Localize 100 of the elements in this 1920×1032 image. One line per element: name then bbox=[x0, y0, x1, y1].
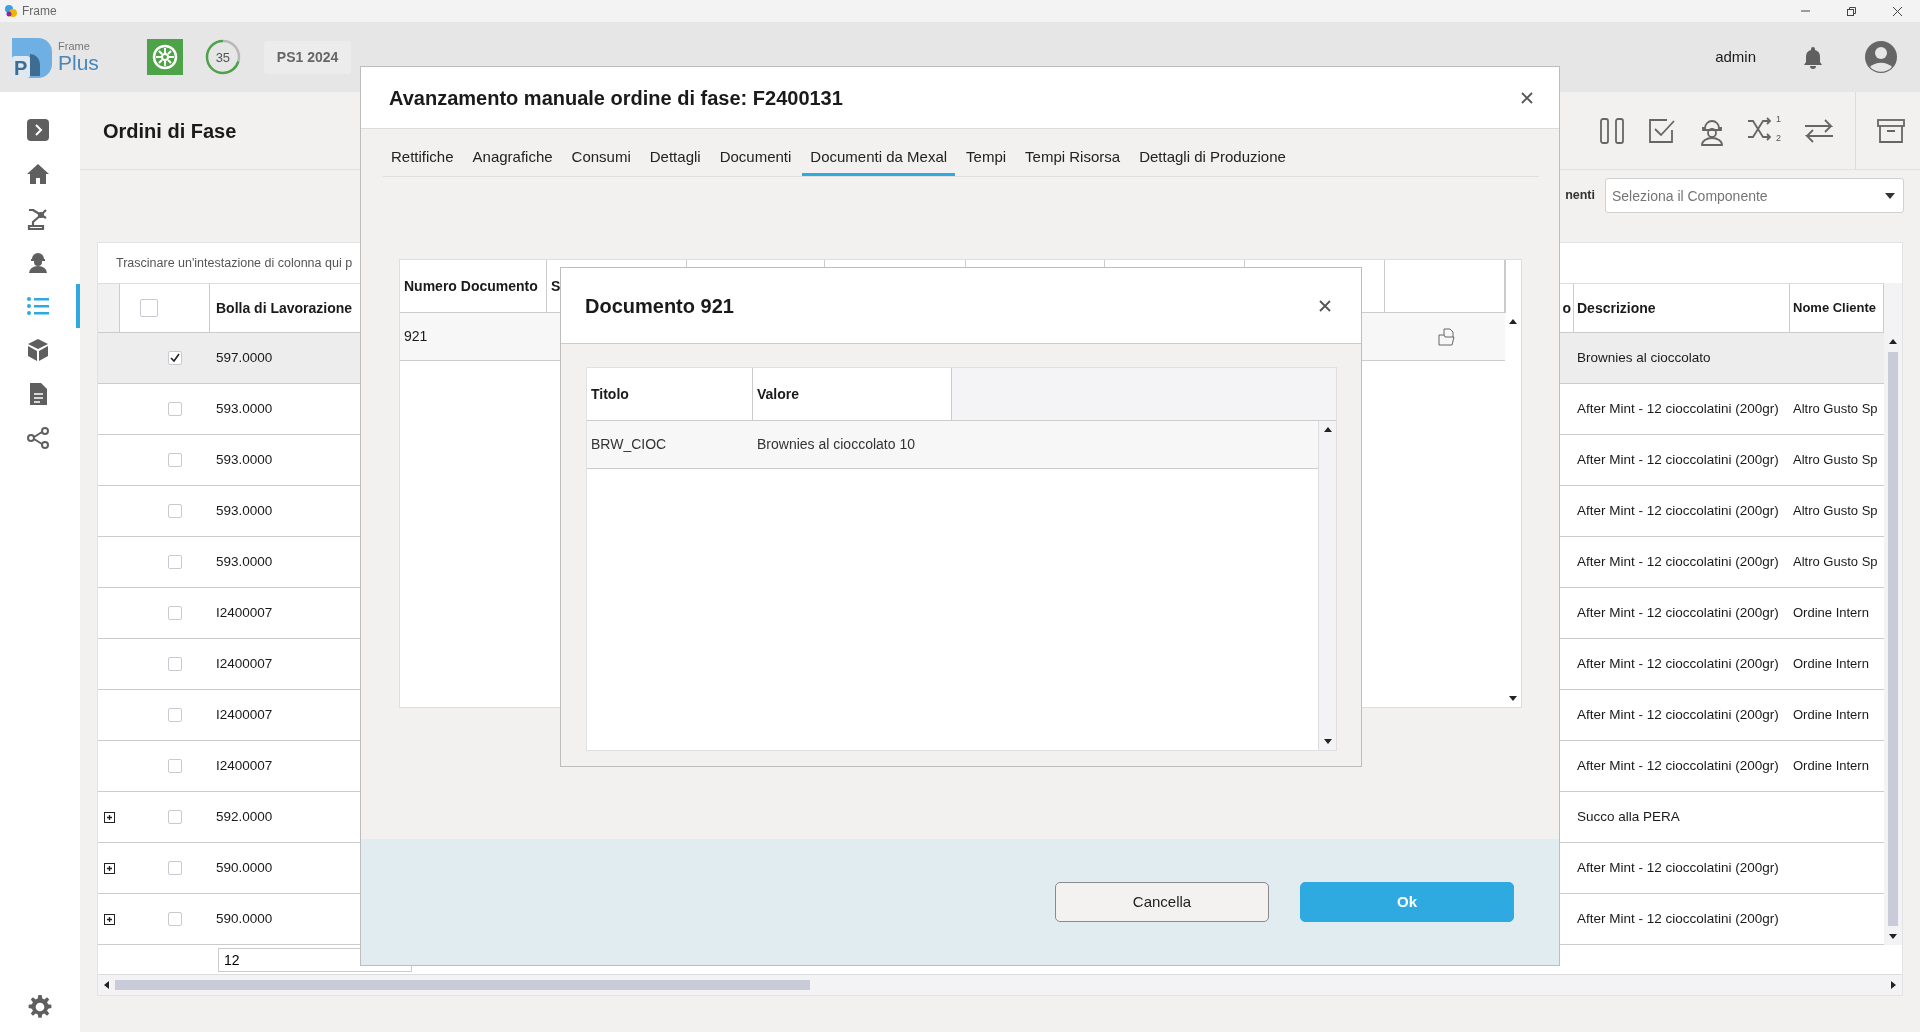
tab[interactable]: Tempi bbox=[958, 141, 1015, 176]
tab[interactable]: Rettifiche bbox=[383, 141, 462, 176]
checkbox[interactable] bbox=[168, 402, 182, 416]
cancel-button[interactable]: Cancella bbox=[1055, 882, 1269, 922]
tab[interactable]: Documenti da Mexal bbox=[802, 141, 956, 176]
worker-icon bbox=[26, 250, 50, 274]
brand-name: Plus bbox=[58, 52, 99, 73]
tab[interactable]: Documenti bbox=[711, 141, 800, 176]
checkbox[interactable] bbox=[168, 861, 182, 875]
window-title: Frame bbox=[22, 3, 57, 20]
column-header[interactable]: Bolla di Lavorazione bbox=[216, 297, 353, 319]
robot-arm-icon bbox=[26, 206, 50, 230]
checkbox[interactable] bbox=[168, 504, 182, 518]
close-icon[interactable] bbox=[1319, 299, 1331, 312]
table-cell-text: After Mint - 12 cioccolatini (200gr) bbox=[1577, 399, 1779, 418]
restore-icon[interactable] bbox=[1845, 5, 1857, 17]
close-icon[interactable] bbox=[1521, 91, 1533, 104]
tab[interactable]: Tempi Risorsa bbox=[1017, 141, 1129, 176]
vertical-scrollbar[interactable] bbox=[1884, 333, 1902, 945]
scroll-down-icon[interactable] bbox=[1509, 696, 1517, 701]
tab[interactable]: Dettagli di Produzione bbox=[1131, 141, 1294, 176]
table-cell-text: Succo alla PERA bbox=[1577, 807, 1680, 826]
list-icon bbox=[26, 294, 50, 318]
checkbox[interactable] bbox=[168, 810, 182, 824]
table-cell-text: After Mint - 12 cioccolatini (200gr) bbox=[1577, 501, 1779, 520]
dialog-title: Avanzamento manuale ordine di fase: F2400131 bbox=[389, 85, 843, 111]
scroll-down-icon[interactable] bbox=[1889, 934, 1897, 939]
table-cell-text: 921 bbox=[404, 327, 428, 346]
expand-icon[interactable] bbox=[104, 811, 115, 823]
bell-icon[interactable] bbox=[1802, 45, 1824, 69]
checkbox[interactable] bbox=[168, 351, 182, 365]
table-cell-text: Brownies al cioccolato bbox=[1577, 348, 1711, 367]
table-cell-text: 593.0000 bbox=[216, 501, 273, 520]
table-cell-text: BRW_CIOC bbox=[591, 435, 667, 454]
scroll-up-icon[interactable] bbox=[1323, 427, 1332, 432]
shuffle-icon[interactable] bbox=[1747, 115, 1773, 142]
wheel-icon[interactable] bbox=[146, 39, 183, 75]
tab[interactable]: Dettagli bbox=[641, 141, 709, 176]
counter-value: 35 bbox=[215, 50, 231, 64]
table-cell-text: After Mint - 12 cioccolatini (200gr) bbox=[1577, 909, 1779, 928]
scroll-down-icon[interactable] bbox=[1323, 739, 1332, 744]
checkbox[interactable] bbox=[168, 606, 182, 620]
share-icon bbox=[26, 426, 50, 450]
group-hint: Trascinare un'intestazione di colonna qui p bbox=[115, 254, 354, 272]
pause-icon[interactable] bbox=[1597, 115, 1627, 146]
tab[interactable]: Anagrafiche bbox=[464, 141, 561, 176]
avatar-icon[interactable] bbox=[1864, 40, 1898, 74]
horizontal-scrollbar[interactable] bbox=[98, 975, 1902, 995]
column-header[interactable]: o bbox=[1562, 297, 1571, 319]
folder-document-icon[interactable] bbox=[1438, 327, 1456, 346]
vertical-scrollbar[interactable] bbox=[1318, 421, 1336, 750]
checkbox[interactable] bbox=[168, 555, 182, 569]
table-cell-text: Brownies al cioccolato 10 bbox=[757, 435, 915, 454]
table-cell-text: 597.0000 bbox=[216, 348, 273, 367]
column-header[interactable]: Titolo bbox=[591, 383, 629, 405]
table-cell-text: 593.0000 bbox=[216, 552, 273, 571]
table-cell-text: Ordine Intern bbox=[1793, 757, 1869, 776]
expand-icon[interactable] bbox=[104, 913, 115, 925]
close-icon[interactable] bbox=[1891, 5, 1903, 17]
table-cell-text: After Mint - 12 cioccolatini (200gr) bbox=[1577, 552, 1779, 571]
page-title: Ordini di Fase bbox=[102, 118, 237, 144]
app-icon bbox=[4, 4, 18, 18]
component-select[interactable]: Seleziona il Componente bbox=[1605, 178, 1904, 213]
cube-icon bbox=[26, 338, 50, 362]
tab[interactable]: Consumi bbox=[563, 141, 639, 176]
table-cell-text: Ordine Intern bbox=[1793, 706, 1869, 725]
checkbox[interactable] bbox=[140, 299, 158, 317]
scroll-left-icon[interactable] bbox=[104, 981, 109, 989]
column-header[interactable]: S bbox=[551, 275, 561, 297]
table-cell-text: Ordine Intern bbox=[1793, 655, 1869, 674]
column-header[interactable]: Descrizione bbox=[1577, 297, 1656, 319]
table-cell-text: I2400007 bbox=[216, 756, 273, 775]
checkbox[interactable] bbox=[168, 912, 182, 926]
table-cell-text: Altro Gusto Sp bbox=[1793, 400, 1878, 419]
column-header[interactable]: Nome Cliente bbox=[1793, 298, 1877, 318]
table-cell-text: 590.0000 bbox=[216, 909, 273, 928]
brand-subtitle: Frame bbox=[58, 41, 91, 52]
scroll-up-icon[interactable] bbox=[1889, 339, 1897, 344]
scroll-up-icon[interactable] bbox=[1509, 319, 1517, 324]
table-cell-text: After Mint - 12 cioccolatini (200gr) bbox=[1577, 756, 1779, 775]
expand-icon[interactable] bbox=[104, 862, 115, 874]
period-chip[interactable]: PS1 2024 bbox=[263, 40, 352, 74]
home-icon bbox=[26, 162, 50, 186]
column-header[interactable]: Valore bbox=[757, 383, 800, 405]
field-label: nenti bbox=[1565, 187, 1595, 205]
table-cell-text: Altro Gusto Sp bbox=[1793, 502, 1878, 521]
settings-icon[interactable] bbox=[27, 994, 53, 1020]
table-row[interactable]: BRW_CIOC Brownies al cioccolato 10 bbox=[587, 421, 1318, 469]
checkbox[interactable] bbox=[168, 708, 182, 722]
column-header[interactable]: Numero Documento bbox=[404, 275, 538, 297]
checkbox[interactable] bbox=[168, 759, 182, 773]
logo-letter: P bbox=[14, 58, 28, 78]
table-cell-text: Altro Gusto Sp bbox=[1793, 553, 1878, 572]
table-cell-text: 592.0000 bbox=[216, 807, 273, 826]
scroll-right-icon[interactable] bbox=[1891, 981, 1896, 989]
table-cell-text: Altro Gusto Sp bbox=[1793, 451, 1878, 470]
checkbox[interactable] bbox=[168, 453, 182, 467]
sort-mark: 1 bbox=[1776, 112, 1781, 126]
user-name[interactable]: admin bbox=[1715, 45, 1756, 69]
checkbox[interactable] bbox=[168, 657, 182, 671]
